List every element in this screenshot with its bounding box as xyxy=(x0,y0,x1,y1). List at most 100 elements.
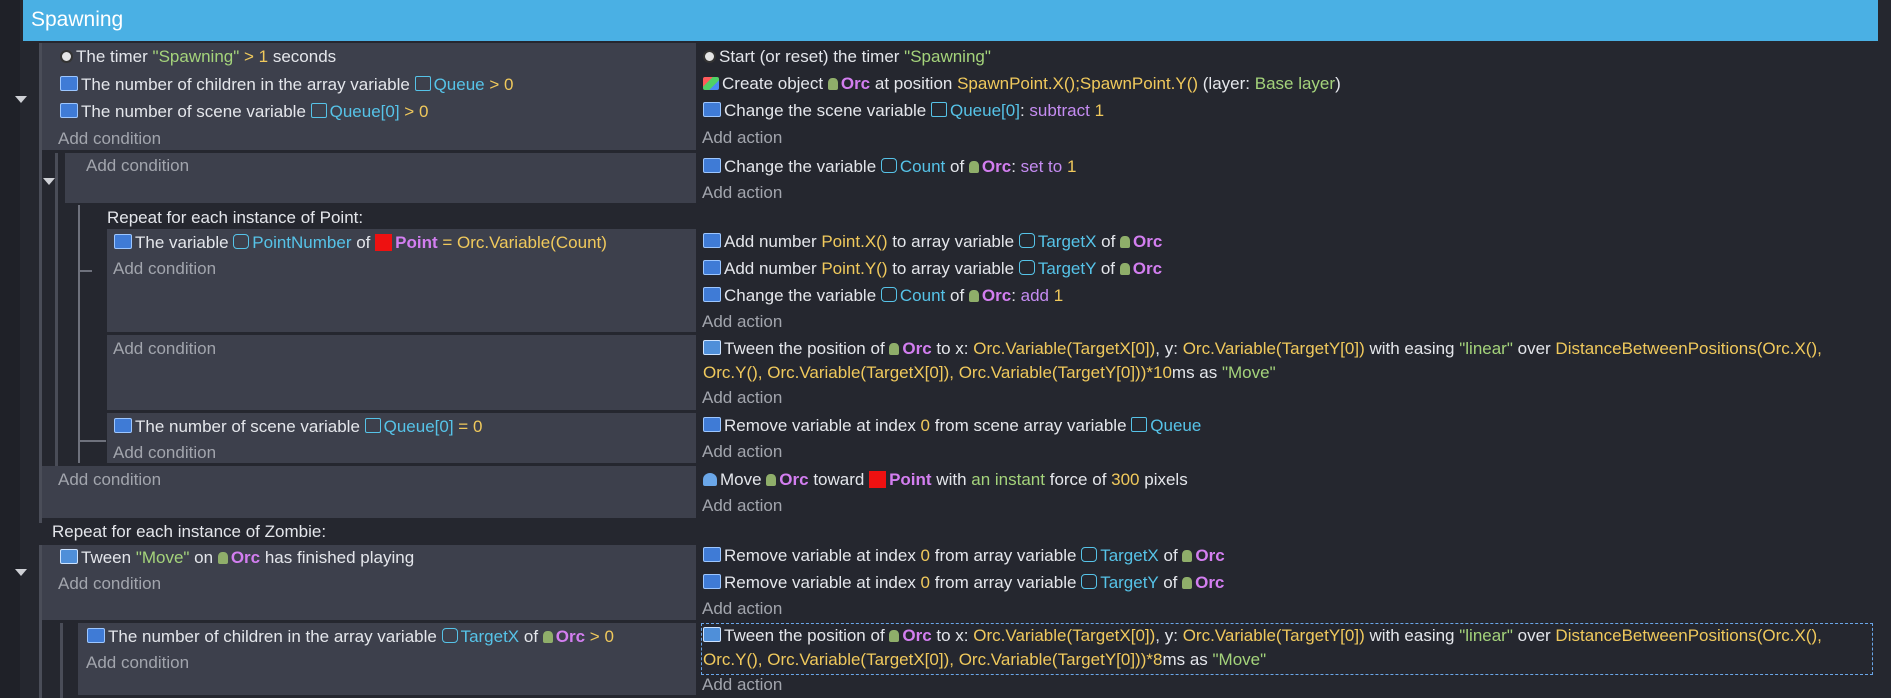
add-condition-link[interactable]: Add condition xyxy=(58,571,161,597)
action-change-variable-count-add[interactable]: Change the variable Count of Orc: add 1 xyxy=(703,283,1063,309)
repeat-for-each-point[interactable]: Repeat for each instance of Point: xyxy=(107,205,363,231)
action-remove-targety[interactable]: Remove variable at index 0 from array va… xyxy=(703,570,1224,596)
condition-scene-variable[interactable]: The number of scene variable Queue[0] > … xyxy=(60,99,428,125)
action-create-object[interactable]: Create object Orc at position SpawnPoint… xyxy=(703,71,1341,97)
condition-tween-finished[interactable]: Tween "Move" on Orc has finished playing xyxy=(60,545,414,571)
add-condition-link[interactable]: Add condition xyxy=(113,336,216,362)
object-variable-icon xyxy=(1018,260,1035,275)
tree-line xyxy=(39,545,42,698)
variable-icon xyxy=(703,417,721,432)
scene-variable-icon xyxy=(414,76,431,91)
orc-icon xyxy=(766,474,777,486)
action-add-number-targety[interactable]: Add number Point.Y() to array variable T… xyxy=(703,256,1162,282)
add-condition-link[interactable]: Add condition xyxy=(86,650,189,676)
add-action-link[interactable]: Add action xyxy=(702,309,782,335)
add-action-link[interactable]: Add action xyxy=(702,439,782,465)
orc-icon xyxy=(968,161,979,173)
collapse-arrow-icon[interactable] xyxy=(43,178,55,185)
scene-variable-icon xyxy=(1131,417,1148,432)
action-tween-position[interactable]: Tween the position of Orc to x: Orc.Vari… xyxy=(703,336,1822,362)
object-variable-icon xyxy=(1018,233,1035,248)
variable-icon xyxy=(60,103,78,118)
action-change-variable-count[interactable]: Change the variable Count of Orc: set to… xyxy=(703,154,1076,180)
action-add-number-targetx[interactable]: Add number Point.X() to array variable T… xyxy=(703,229,1162,255)
orc-icon xyxy=(1182,550,1193,562)
object-variable-icon xyxy=(880,158,897,173)
create-object-icon xyxy=(703,77,719,90)
timer-icon xyxy=(703,50,716,63)
move-icon xyxy=(703,473,717,486)
variable-icon xyxy=(703,287,721,302)
scene-variable-icon xyxy=(930,102,947,117)
group-header-spawning[interactable]: Spawning xyxy=(23,0,1878,41)
orc-icon xyxy=(968,290,979,302)
point-icon xyxy=(869,471,887,488)
orc-icon xyxy=(889,343,900,355)
action-tween-position-selected[interactable]: Tween the position of Orc to x: Orc.Vari… xyxy=(703,623,1822,649)
tree-line xyxy=(78,205,80,463)
variable-icon xyxy=(703,260,721,275)
object-variable-icon xyxy=(233,234,250,249)
variable-icon xyxy=(114,234,132,249)
tree-line xyxy=(39,43,42,523)
condition-scene-variable-eq[interactable]: The number of scene variable Queue[0] = … xyxy=(114,414,482,440)
add-action-link[interactable]: Add action xyxy=(702,385,782,411)
object-variable-icon xyxy=(880,287,897,302)
action-tween-position-selected-cont: Orc.Y(), Orc.Variable(TargetX[0]), Orc.V… xyxy=(703,650,1267,669)
variable-icon xyxy=(703,102,721,117)
scene-variable-icon xyxy=(310,103,327,118)
add-action-link[interactable]: Add action xyxy=(702,596,782,622)
condition-array-children[interactable]: The number of children in the array vari… xyxy=(60,72,513,98)
add-action-link[interactable]: Add action xyxy=(702,493,782,519)
action-remove-scene-array[interactable]: Remove variable at index 0 from scene ar… xyxy=(703,413,1201,439)
orc-icon xyxy=(542,631,553,643)
add-action-link[interactable]: Add action xyxy=(702,672,782,698)
add-condition-link[interactable]: Add condition xyxy=(113,256,216,282)
collapse-arrow-icon[interactable] xyxy=(15,569,27,576)
add-condition-link[interactable]: Add condition xyxy=(113,440,216,466)
orc-icon xyxy=(1182,577,1193,589)
action-remove-targetx[interactable]: Remove variable at index 0 from array va… xyxy=(703,543,1225,569)
add-condition-link[interactable]: Add condition xyxy=(58,126,161,152)
orc-icon xyxy=(889,630,900,642)
object-variable-icon xyxy=(1081,574,1098,589)
tree-line xyxy=(60,623,63,698)
repeat-for-each-zombie[interactable]: Repeat for each instance of Zombie: xyxy=(52,519,326,545)
action-tween-position-cont: Orc.Y(), Orc.Variable(TargetX[0]), Orc.V… xyxy=(703,363,1276,382)
condition-targetx-children[interactable]: The number of children in the array vari… xyxy=(87,624,614,650)
tree-line xyxy=(78,440,106,442)
add-action-link[interactable]: Add action xyxy=(702,125,782,151)
group-title: Spawning xyxy=(31,8,124,31)
tween-icon xyxy=(703,340,721,355)
add-condition-link[interactable]: Add condition xyxy=(58,467,161,493)
variable-icon xyxy=(114,418,132,433)
condition-point-number[interactable]: The variable PointNumber of Point = Orc.… xyxy=(114,230,607,256)
action-start-timer[interactable]: Start (or reset) the timer "Spawning" xyxy=(703,44,991,70)
collapse-arrow-icon[interactable] xyxy=(15,96,27,103)
condition-timer[interactable]: The timer "Spawning" > 1 seconds xyxy=(60,44,336,70)
variable-icon xyxy=(703,574,721,589)
left-gutter xyxy=(0,0,20,698)
orc-icon xyxy=(217,552,228,564)
add-action-link[interactable]: Add action xyxy=(702,180,782,206)
tween-icon xyxy=(60,549,78,564)
point-icon xyxy=(375,234,393,251)
orc-icon xyxy=(1119,263,1130,275)
tree-line xyxy=(55,153,58,466)
variable-icon xyxy=(60,76,78,91)
timer-icon xyxy=(60,50,73,63)
variable-icon xyxy=(703,547,721,562)
object-variable-icon xyxy=(1081,547,1098,562)
variable-icon xyxy=(703,233,721,248)
tween-icon xyxy=(703,627,721,642)
add-condition-link[interactable]: Add condition xyxy=(86,153,189,179)
tree-line xyxy=(78,270,92,272)
scene-variable-icon xyxy=(364,418,381,433)
action-change-scene-variable[interactable]: Change the scene variable Queue[0]: subt… xyxy=(703,98,1104,124)
orc-icon xyxy=(827,78,838,90)
variable-icon xyxy=(703,158,721,173)
object-variable-icon xyxy=(441,628,458,643)
variable-icon xyxy=(87,628,105,643)
orc-icon xyxy=(1120,236,1131,248)
action-move-toward[interactable]: Move Orc toward Point with an instant fo… xyxy=(703,467,1188,493)
